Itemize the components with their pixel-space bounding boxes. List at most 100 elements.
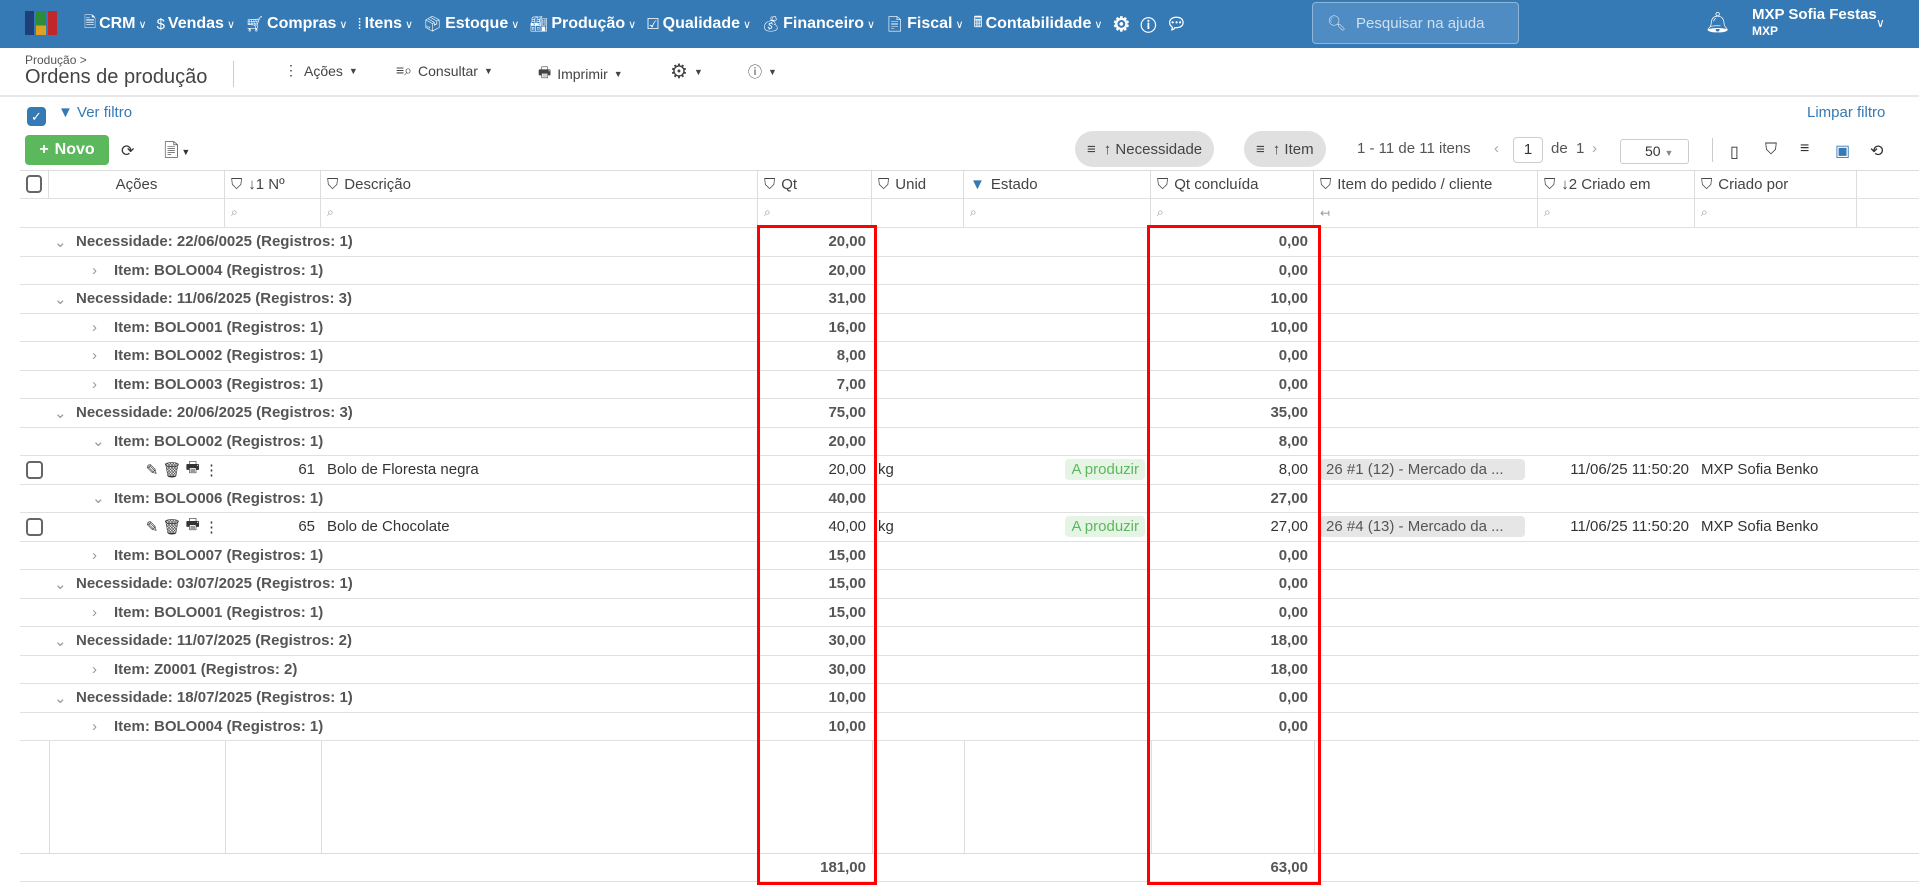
column-filter-input[interactable]: ⌕ [321, 199, 758, 227]
group-chip-item[interactable]: ≡ ↑ Item [1244, 131, 1326, 167]
chevron-right-icon[interactable]: › [92, 661, 114, 678]
chevron-right-icon[interactable]: › [92, 547, 114, 564]
filter-checkbox[interactable]: ✓ [27, 107, 46, 126]
group-label[interactable]: ⌄ Item: BOLO006 (Registros: 1) [86, 485, 786, 513]
column-filter-input[interactable]: ↤ [1314, 199, 1538, 227]
column-header[interactable]: ▼ Estado [964, 171, 1151, 198]
column-filter-icon[interactable]: ⛉ [327, 176, 338, 193]
table-row[interactable]: ✎ 🗑︎ 🖶︎ ⋮ 65 Bolo de Chocolate 40,00 kg A pro… [20, 513, 1919, 542]
group-label[interactable]: ⌄ Necessidade: 22/06/0025 (Registros: 1) [48, 228, 748, 256]
menu-crm[interactable]: 🗎︎ CRM ∨ [84, 12, 147, 37]
column-filter-input[interactable]: ⌕ [964, 199, 1151, 227]
column-header[interactable]: ⛉ Qt concluída [1151, 171, 1314, 198]
chevron-down-icon[interactable]: ⌄ [54, 290, 76, 308]
column-header[interactable]: Ações [49, 171, 225, 198]
delete-icon[interactable]: 🗑︎ [162, 461, 181, 479]
page-size-select[interactable]: 50 ▼ [1620, 139, 1689, 164]
breadcrumb[interactable]: Produção > [25, 53, 87, 67]
settings-icon[interactable]: ⚙ [1112, 12, 1130, 37]
ver-filtro-link[interactable]: ▼ Ver filtro [58, 104, 132, 121]
chevron-down-icon[interactable]: ⌄ [54, 689, 76, 707]
group-label[interactable]: › Item: BOLO007 (Registros: 1) [86, 542, 786, 570]
menu-produção[interactable]: 🏭︎ Produção ∨ [529, 15, 636, 33]
group-label[interactable]: ⌄ Necessidade: 11/06/2025 (Registros: 3) [48, 285, 748, 313]
menu-fiscal[interactable]: 📄︎ Fiscal ∨ [885, 15, 963, 33]
app-logo[interactable] [25, 11, 57, 35]
chevron-down-icon[interactable]: ∨ [1876, 16, 1885, 30]
column-header[interactable]: ⛉ Item do pedido / cliente [1314, 171, 1538, 198]
edit-icon[interactable]: ✎ [146, 461, 159, 479]
chevron-down-icon[interactable]: ⌄ [92, 432, 114, 450]
page-input[interactable]: 1 [1513, 137, 1543, 163]
column-filter-input[interactable]: ⌕ [1695, 199, 1857, 227]
help-icon[interactable]: ⓘ [1140, 12, 1156, 36]
columns-icon[interactable]: ▯ [1730, 142, 1739, 162]
group-label[interactable]: ⌄ Necessidade: 20/06/2025 (Registros: 3) [48, 399, 748, 427]
reset-layout-icon[interactable]: ⟲ [1870, 141, 1883, 161]
group-label[interactable]: ⌄ Necessidade: 18/07/2025 (Registros: 1) [48, 684, 748, 712]
print-icon[interactable]: 🖶︎ [186, 457, 200, 482]
limpar-filtro-link[interactable]: Limpar filtro [1807, 104, 1885, 121]
column-header[interactable]: ⛉ ↓1 Nº [225, 171, 321, 198]
chevron-right-icon[interactable]: › [92, 347, 114, 364]
column-filter-icon[interactable]: ⛉ [878, 176, 889, 193]
filter-outline-icon[interactable]: ⛉ [1765, 141, 1777, 159]
notifications-bell-icon[interactable]: 🔔︎ [1705, 10, 1730, 35]
group-label[interactable]: › Item: Z0001 (Registros: 2) [86, 656, 786, 684]
group-label[interactable]: › Item: BOLO001 (Registros: 1) [86, 599, 786, 627]
column-filter-icon[interactable]: ▼ [970, 176, 985, 193]
column-header[interactable]: ⛉ Qt [758, 171, 872, 198]
column-header[interactable]: ⛉ Descrição [321, 171, 758, 198]
group-chip-necessidade[interactable]: ≡ ↑ Necessidade [1075, 131, 1215, 167]
print-icon[interactable]: 🖶︎ [186, 514, 200, 539]
novo-button[interactable]: + Novo [25, 135, 109, 165]
column-filter-icon[interactable]: ⛉ [1157, 176, 1168, 193]
menu-itens[interactable]: ⁞︎ Itens ∨ [357, 15, 413, 33]
column-filter-input[interactable]: ⌕ [1538, 199, 1695, 227]
group-label[interactable]: › Item: BOLO003 (Registros: 1) [86, 371, 786, 399]
group-label[interactable]: › Item: BOLO001 (Registros: 1) [86, 314, 786, 342]
column-header[interactable]: ⛉ Criado por [1695, 171, 1857, 198]
more-icon[interactable]: ⋮ [204, 461, 219, 479]
order-item[interactable]: 26 #1 (12) - Mercado da ... [1314, 456, 1538, 484]
column-header[interactable]: ⛉ ↓2 Criado em [1538, 171, 1695, 198]
help-menu[interactable]: ⓘ ▼ [748, 62, 777, 82]
chevron-right-icon[interactable]: › [92, 319, 114, 336]
export-icon[interactable]: 📄︎▼ [161, 140, 190, 160]
menu-vendas[interactable]: $︎ Vendas ∨ [157, 15, 235, 33]
table-row[interactable]: ✎ 🗑︎ 🖶︎ ⋮ 61 Bolo de Floresta negra 20,00 kg… [20, 456, 1919, 485]
chevron-right-icon[interactable]: › [92, 718, 114, 735]
column-filter-icon[interactable]: ⛉ [231, 176, 242, 193]
imprimir-menu[interactable]: 🖶︎ Imprimir ▼ [538, 62, 623, 86]
chevron-down-icon[interactable]: ⌄ [54, 233, 76, 251]
column-header[interactable]: ⛉ Unid [872, 171, 964, 198]
help-search-input[interactable]: 🔍︎ Pesquisar na ajuda [1312, 2, 1519, 44]
menu-contabilidade[interactable]: 🖩︎ Contabilidade ∨ [974, 12, 1103, 37]
group-label[interactable]: › Item: BOLO002 (Registros: 1) [86, 342, 786, 370]
column-filter-input[interactable]: ⌕ [1151, 199, 1314, 227]
order-item[interactable]: 26 #4 (13) - Mercado da ... [1314, 513, 1538, 541]
chevron-right-icon[interactable]: › [92, 604, 114, 621]
menu-qualidade[interactable]: ☑︎ Qualidade ∨ [646, 15, 751, 33]
prev-page-icon[interactable]: ‹ [1494, 140, 1499, 157]
group-label[interactable]: ⌄ Item: BOLO002 (Registros: 1) [86, 428, 786, 456]
header-checkbox-cell[interactable] [20, 171, 49, 198]
column-filter-icon[interactable]: ⛉ [1320, 176, 1331, 193]
column-filter-icon[interactable]: ⛉ [764, 176, 775, 193]
checkbox-cell[interactable] [20, 513, 49, 541]
column-filter-icon[interactable]: ⛉ [1701, 176, 1712, 193]
chevron-down-icon[interactable]: ⌄ [92, 489, 114, 507]
menu-financeiro[interactable]: 💰︎ Financeiro ∨ [761, 15, 875, 33]
settings-menu[interactable]: ⚙ ▼ [670, 59, 703, 84]
column-filter-input[interactable] [49, 199, 225, 227]
chevron-down-icon[interactable]: ⌄ [54, 632, 76, 650]
refresh-icon[interactable]: ⟳ [121, 141, 134, 161]
column-filter-input[interactable]: ⌕ [758, 199, 872, 227]
column-filter-icon[interactable]: ⛉ [1544, 176, 1555, 193]
column-filter-input[interactable] [872, 199, 964, 227]
consultar-menu[interactable]: ≡⌕ Consultar ▼ [396, 62, 493, 79]
row-checkbox[interactable] [26, 460, 43, 479]
actions-menu[interactable]: ⋮ Ações ▼ [284, 62, 358, 79]
group-label[interactable]: ⌄ Necessidade: 03/07/2025 (Registros: 1) [48, 570, 748, 598]
chevron-down-icon[interactable]: ⌄ [54, 404, 76, 422]
